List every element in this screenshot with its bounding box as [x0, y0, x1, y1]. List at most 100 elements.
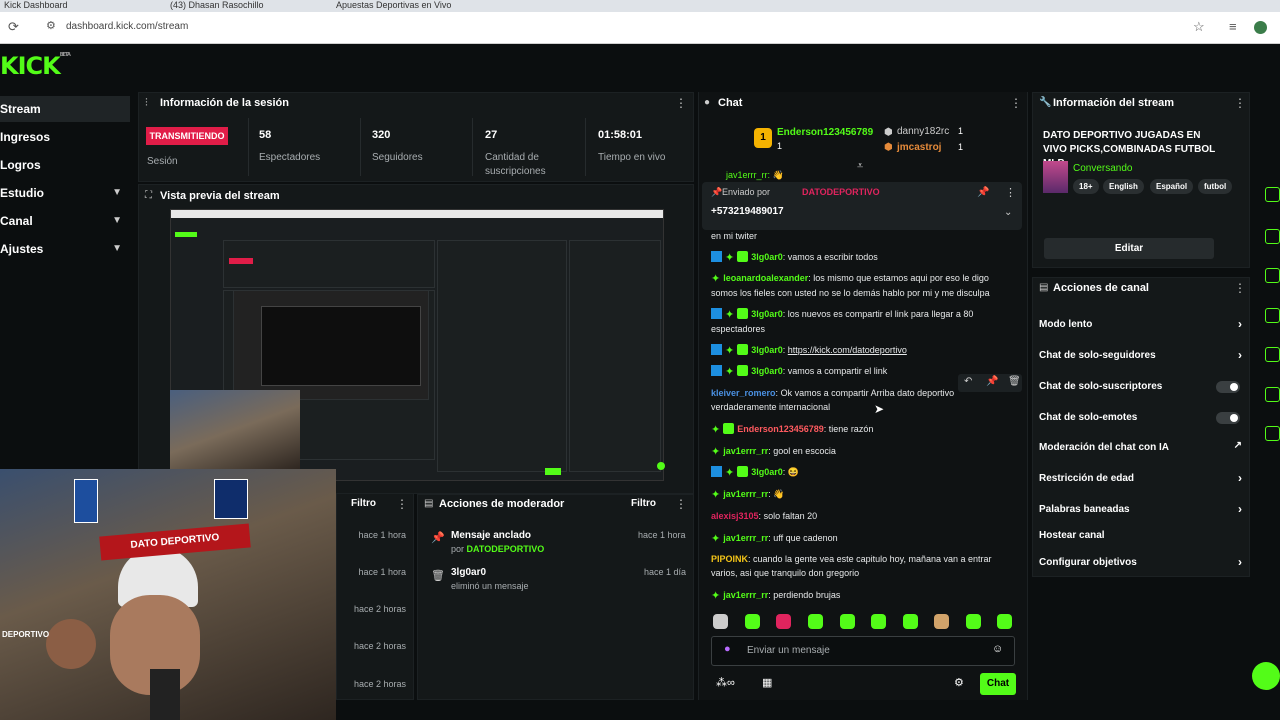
channel-action-item[interactable]: Configurar objetivos ›	[1039, 555, 1244, 569]
chat-message[interactable]: ✦ 3lg0ar0: vamos a escribir todos	[711, 250, 1016, 265]
quick-action-icon[interactable]	[1265, 347, 1280, 362]
chat-message[interactable]: ✦ 3lg0ar0: 😆	[711, 465, 1016, 480]
chat-message[interactable]: ✦ jav1errr_rr: uff que cadenon	[711, 531, 1016, 546]
emote-icon[interactable]	[776, 614, 791, 629]
kebab-menu-icon[interactable]: ⋮	[1010, 96, 1022, 110]
quick-action-icon[interactable]	[1265, 387, 1280, 402]
emote-icon[interactable]	[713, 614, 728, 629]
chat-message[interactable]: en mi twiter	[711, 229, 1016, 243]
chat-tools-icon[interactable]: ⁂∞	[716, 676, 735, 689]
toggle-switch[interactable]	[1216, 412, 1240, 424]
send-chat-button[interactable]: Chat	[980, 673, 1016, 695]
top-user-name[interactable]: jmcastroj	[897, 142, 941, 153]
emote-icon[interactable]	[966, 614, 981, 629]
pinned-user[interactable]: DATODEPORTIVO	[802, 187, 880, 197]
channel-action-item[interactable]: Modo lento ›	[1039, 317, 1244, 331]
kebab-menu-icon[interactable]: ⋮	[396, 497, 408, 511]
reply-icon[interactable]: ↶	[964, 376, 972, 387]
chat-username[interactable]: alexisj3105	[711, 511, 759, 521]
moderator-filter-label[interactable]: Filtro	[631, 498, 656, 509]
delete-icon[interactable]: 🗑	[1008, 376, 1021, 387]
chat-username[interactable]: Enderson123456789	[737, 424, 824, 434]
chat-username[interactable]: jav1errr_rr	[723, 590, 768, 600]
kebab-menu-icon[interactable]: ⋮	[1234, 281, 1246, 295]
chat-username[interactable]: kleiver_romero	[711, 388, 776, 398]
browser-tab[interactable]: Apuestas Deportivas en Vivo	[336, 0, 486, 12]
chat-username[interactable]: 3lg0ar0	[751, 467, 783, 477]
chat-username[interactable]: jav1errr_rr	[723, 533, 768, 543]
sidebar-item-estudio[interactable]: Estudio ▼	[0, 180, 130, 206]
quick-action-icon[interactable]	[1265, 426, 1280, 441]
gear-icon[interactable]: ⚙	[954, 676, 964, 689]
chat-username[interactable]: jav1errr_rr	[723, 446, 768, 456]
browser-tab[interactable]: Kick Dashboard	[4, 0, 114, 12]
quick-action-icon[interactable]	[1265, 229, 1280, 244]
top-user-name[interactable]: danny182rc	[897, 126, 949, 137]
chat-message[interactable]: ✦ leoanardoalexander: los mismo que estam…	[711, 271, 1016, 300]
emote-icon[interactable]	[745, 614, 760, 629]
kebab-menu-icon[interactable]: ⋮	[1234, 96, 1246, 110]
activity-filter-label[interactable]: Filtro	[351, 498, 376, 509]
support-chat-icon[interactable]	[1252, 662, 1280, 690]
chat-message[interactable]: ✦ jav1errr_rr: 👋	[711, 487, 1016, 502]
chat-username[interactable]: PIPOINK	[711, 554, 748, 564]
site-info-icon[interactable]: ⚙	[46, 19, 56, 32]
profile-avatar-icon[interactable]	[1254, 21, 1267, 34]
edit-stream-button[interactable]: Editar	[1044, 238, 1214, 259]
kebab-menu-icon[interactable]: ⋮	[1005, 186, 1016, 199]
chat-message[interactable]: alexisj3105: solo faltan 20	[711, 509, 1016, 523]
kebab-menu-icon[interactable]: ⋮	[675, 497, 687, 511]
reload-icon[interactable]: ⟳	[8, 19, 19, 35]
chat-message[interactable]: ✦ Enderson123456789: tiene razón	[711, 422, 1016, 437]
chat-username[interactable]: 3lg0ar0	[751, 345, 783, 355]
channel-action-item[interactable]: Moderación del chat con IA ↗	[1039, 440, 1244, 453]
category-name[interactable]: Conversando	[1073, 163, 1132, 174]
sidebar-item-logros[interactable]: Logros	[0, 152, 130, 178]
chat-input-box[interactable]: ● Enviar un mensaje ☺	[711, 636, 1015, 666]
channel-action-item[interactable]: Hostear canal	[1039, 530, 1244, 541]
pin-icon[interactable]: 📌	[986, 376, 998, 387]
channel-action-item[interactable]: Palabras baneadas ›	[1039, 502, 1244, 516]
chat-message[interactable]: PIPOINK: cuando la gente vea este capitu…	[711, 552, 1016, 580]
chat-username[interactable]: 3lg0ar0	[751, 252, 783, 262]
chat-username[interactable]: leoanardoalexander	[723, 273, 808, 283]
chat-message[interactable]: ✦ jav1errr_rr: perdiendo brujas	[711, 588, 1016, 603]
category-thumbnail[interactable]	[1043, 161, 1068, 193]
chat-message[interactable]: ✦ 3lg0ar0: los nuevos es compartir el lin…	[711, 307, 1016, 336]
chat-message[interactable]: ✦ jav1errr_rr: gool en escocia	[711, 444, 1016, 459]
emote-icon[interactable]	[934, 614, 949, 629]
kebab-menu-icon[interactable]: ⋮	[675, 96, 687, 110]
channel-action-item[interactable]: Chat de solo-seguidores ›	[1039, 348, 1244, 362]
url-text[interactable]: dashboard.kick.com/stream	[66, 21, 188, 32]
emote-icon[interactable]	[871, 614, 886, 629]
quick-action-icon[interactable]	[1265, 308, 1280, 323]
store-icon[interactable]: ▦	[762, 676, 772, 689]
kick-logo[interactable]: KICKBETA	[0, 52, 71, 80]
media-icon[interactable]: ≡	[1229, 19, 1237, 34]
emote-icon[interactable]	[997, 614, 1012, 629]
chat-message-text[interactable]: https://kick.com/datodeportivo	[788, 345, 907, 355]
chat-username[interactable]: 3lg0ar0	[751, 366, 783, 376]
channel-action-item[interactable]: Chat de solo-suscriptores	[1039, 381, 1244, 393]
chevron-down-icon[interactable]: ⩡	[857, 160, 863, 173]
chat-message[interactable]: ✦ 3lg0ar0: https://kick.com/datodeportivo	[711, 343, 1016, 358]
quick-action-icon[interactable]	[1265, 187, 1280, 202]
channel-action-item[interactable]: Restricción de edad ›	[1039, 471, 1244, 485]
bookmark-star-icon[interactable]: ☆	[1193, 19, 1205, 35]
chat-username[interactable]: 3lg0ar0	[751, 309, 783, 319]
quick-action-icon[interactable]	[1265, 268, 1280, 283]
sidebar-item-ajustes[interactable]: Ajustes ▼	[0, 236, 130, 262]
top-user-name[interactable]: Enderson123456789	[777, 127, 873, 138]
chat-username[interactable]: jav1errr_rr	[723, 489, 768, 499]
sidebar-item-stream[interactable]: Stream	[0, 96, 130, 122]
toggle-switch[interactable]	[1216, 381, 1240, 393]
sidebar-item-ingresos[interactable]: Ingresos	[0, 124, 130, 150]
emote-icon[interactable]	[808, 614, 823, 629]
sidebar-item-canal[interactable]: Canal ▼	[0, 208, 130, 234]
mic-icon[interactable]: ●	[724, 643, 731, 655]
channel-action-item[interactable]: Chat de solo-emotes	[1039, 412, 1244, 424]
unpin-icon[interactable]: 📌	[977, 187, 989, 198]
emote-icon[interactable]	[903, 614, 918, 629]
browser-tab[interactable]: (43) Dhasan Rasochillo	[170, 0, 320, 12]
chevron-down-icon[interactable]: ⌄	[1004, 207, 1012, 218]
